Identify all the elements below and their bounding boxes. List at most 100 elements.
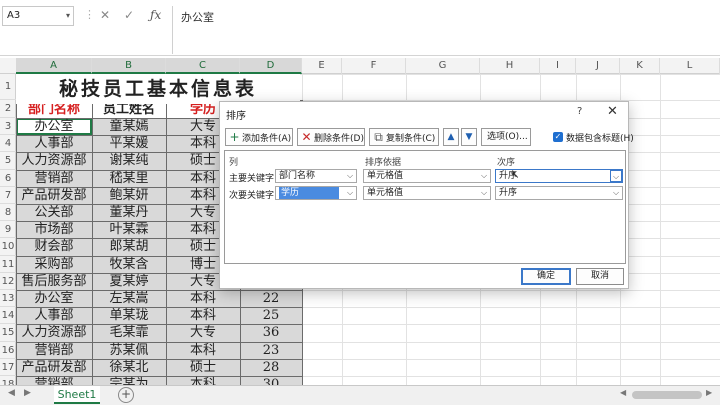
- table-cell[interactable]: 人事部: [16, 135, 92, 152]
- sheet-title[interactable]: 秘技员工基本信息表: [16, 74, 300, 104]
- table-cell[interactable]: 宗某为: [92, 376, 166, 385]
- row-header-15[interactable]: 15: [0, 324, 16, 342]
- table-cell[interactable]: 营销部: [16, 342, 92, 359]
- table-cell[interactable]: 郎某胡: [92, 238, 166, 255]
- copy-level-button[interactable]: ⧉ 复制条件(C): [369, 128, 439, 146]
- table-cell[interactable]: 人力资源部: [16, 152, 92, 169]
- column-header-F[interactable]: F: [342, 58, 406, 74]
- scroll-left-icon[interactable]: ◀: [620, 388, 626, 397]
- column-header-E[interactable]: E: [302, 58, 342, 74]
- table-cell[interactable]: 营销部: [16, 376, 92, 385]
- add-level-button[interactable]: + 添加条件(A): [225, 128, 293, 146]
- table-cell[interactable]: 办公室: [16, 290, 92, 307]
- table-cell[interactable]: 苏某佩: [92, 342, 166, 359]
- sheet-tab[interactable]: Sheet1: [54, 386, 100, 404]
- close-icon[interactable]: ✕: [607, 104, 618, 119]
- row-header-5[interactable]: 5: [0, 152, 16, 170]
- table-cell[interactable]: 办公室: [16, 118, 92, 135]
- table-cell[interactable]: 23: [240, 342, 302, 359]
- table-cell[interactable]: 童某嫣: [92, 118, 166, 135]
- delete-level-button[interactable]: ✕ 删除条件(D): [297, 128, 365, 146]
- table-cell[interactable]: 财会部: [16, 238, 92, 255]
- table-cell[interactable]: 左某嵩: [92, 290, 166, 307]
- table-cell[interactable]: 30: [240, 376, 302, 385]
- table-cell[interactable]: 大专: [166, 324, 240, 341]
- column-header-C[interactable]: C: [166, 58, 240, 74]
- table-cell[interactable]: 叶某霖: [92, 221, 166, 238]
- add-sheet-icon[interactable]: +: [118, 387, 134, 403]
- table-cell[interactable]: 28: [240, 359, 302, 376]
- table-cell[interactable]: 营销部: [16, 170, 92, 187]
- row-header-12[interactable]: 12: [0, 273, 16, 290]
- cancel-icon[interactable]: ✕: [100, 8, 110, 22]
- secondary-sort-on-select[interactable]: 单元格值 ⌵: [363, 186, 491, 200]
- table-cell[interactable]: 徐某北: [92, 359, 166, 376]
- row-header-8[interactable]: 8: [0, 204, 16, 222]
- table-cell[interactable]: 25: [240, 307, 302, 324]
- options-button[interactable]: 选项(O)...: [481, 128, 531, 146]
- table-cell[interactable]: 36: [240, 324, 302, 341]
- table-cell[interactable]: 人力资源部: [16, 324, 92, 341]
- column-header-B[interactable]: B: [92, 58, 166, 74]
- column-header-G[interactable]: G: [406, 58, 480, 74]
- table-cell[interactable]: 牧某含: [92, 256, 166, 273]
- row-header-1[interactable]: 1: [0, 74, 16, 100]
- secondary-order-select[interactable]: 升序 ⌵: [495, 186, 623, 200]
- prev-sheet-icon[interactable]: ◀: [8, 388, 15, 398]
- header-checkbox[interactable]: ✓: [553, 132, 563, 142]
- row-header-7[interactable]: 7: [0, 187, 16, 204]
- next-sheet-icon[interactable]: ▶: [24, 388, 31, 398]
- table-cell[interactable]: 本科: [166, 307, 240, 324]
- arrow-up-icon[interactable]: ▲: [443, 128, 459, 146]
- row-header-6[interactable]: 6: [0, 170, 16, 187]
- table-cell[interactable]: 人事部: [16, 307, 92, 324]
- table-cell[interactable]: 本科: [166, 376, 240, 385]
- row-header-10[interactable]: 10: [0, 238, 16, 256]
- secondary-column-select[interactable]: 学历 ⌵: [275, 186, 357, 200]
- table-cell[interactable]: 硕士: [166, 359, 240, 376]
- scroll-right-icon[interactable]: ▶: [706, 388, 712, 397]
- name-box[interactable]: A3 ▾: [2, 6, 74, 26]
- ok-button[interactable]: 确定: [521, 268, 571, 285]
- column-header-D[interactable]: D: [240, 58, 302, 74]
- arrow-down-icon[interactable]: ▼: [461, 128, 477, 146]
- enter-icon[interactable]: ✓: [124, 8, 134, 22]
- table-cell[interactable]: 谢某纯: [92, 152, 166, 169]
- table-cell[interactable]: 平某媛: [92, 135, 166, 152]
- table-cell[interactable]: 嵇某里: [92, 170, 166, 187]
- column-header-H[interactable]: H: [480, 58, 540, 74]
- table-cell[interactable]: 鲍某妍: [92, 187, 166, 204]
- column-header-J[interactable]: J: [576, 58, 620, 74]
- table-cell[interactable]: 22: [240, 290, 302, 307]
- formula-input[interactable]: 办公室: [172, 6, 718, 54]
- fx-icon[interactable]: ƒx: [150, 8, 161, 22]
- row-header-17[interactable]: 17: [0, 359, 16, 376]
- table-cell[interactable]: 毛某霏: [92, 324, 166, 341]
- table-cell[interactable]: 单某珑: [92, 307, 166, 324]
- table-cell[interactable]: 本科: [166, 342, 240, 359]
- table-cell[interactable]: 公关部: [16, 204, 92, 221]
- row-header-9[interactable]: 9: [0, 221, 16, 239]
- scrollbar-thumb[interactable]: [632, 391, 702, 399]
- row-header-11[interactable]: 11: [0, 256, 16, 273]
- table-cell[interactable]: 采购部: [16, 256, 92, 273]
- primary-column-select[interactable]: 部门名称 ⌵: [275, 169, 357, 183]
- row-header-3[interactable]: 3: [0, 118, 16, 136]
- table-cell[interactable]: 售后服务部: [16, 273, 92, 290]
- column-header-A[interactable]: A: [16, 58, 92, 74]
- table-cell[interactable]: 市场部: [16, 221, 92, 238]
- table-cell[interactable]: 产品研发部: [16, 187, 92, 204]
- cancel-button[interactable]: 取消: [576, 268, 624, 285]
- table-cell[interactable]: 产品研发部: [16, 359, 92, 376]
- row-header-13[interactable]: 13: [0, 290, 16, 308]
- table-cell[interactable]: 本科: [166, 290, 240, 307]
- row-header-4[interactable]: 4: [0, 135, 16, 153]
- horizontal-scrollbar[interactable]: ◀ ▶: [620, 388, 716, 400]
- row-header-2[interactable]: 2: [0, 100, 16, 118]
- row-header-16[interactable]: 16: [0, 342, 16, 359]
- table-cell[interactable]: 夏某婷: [92, 273, 166, 290]
- column-header-K[interactable]: K: [620, 58, 660, 74]
- column-header-I[interactable]: I: [540, 58, 576, 74]
- table-cell[interactable]: 董某丹: [92, 204, 166, 221]
- primary-sort-on-select[interactable]: 单元格值 ⌵: [363, 169, 491, 183]
